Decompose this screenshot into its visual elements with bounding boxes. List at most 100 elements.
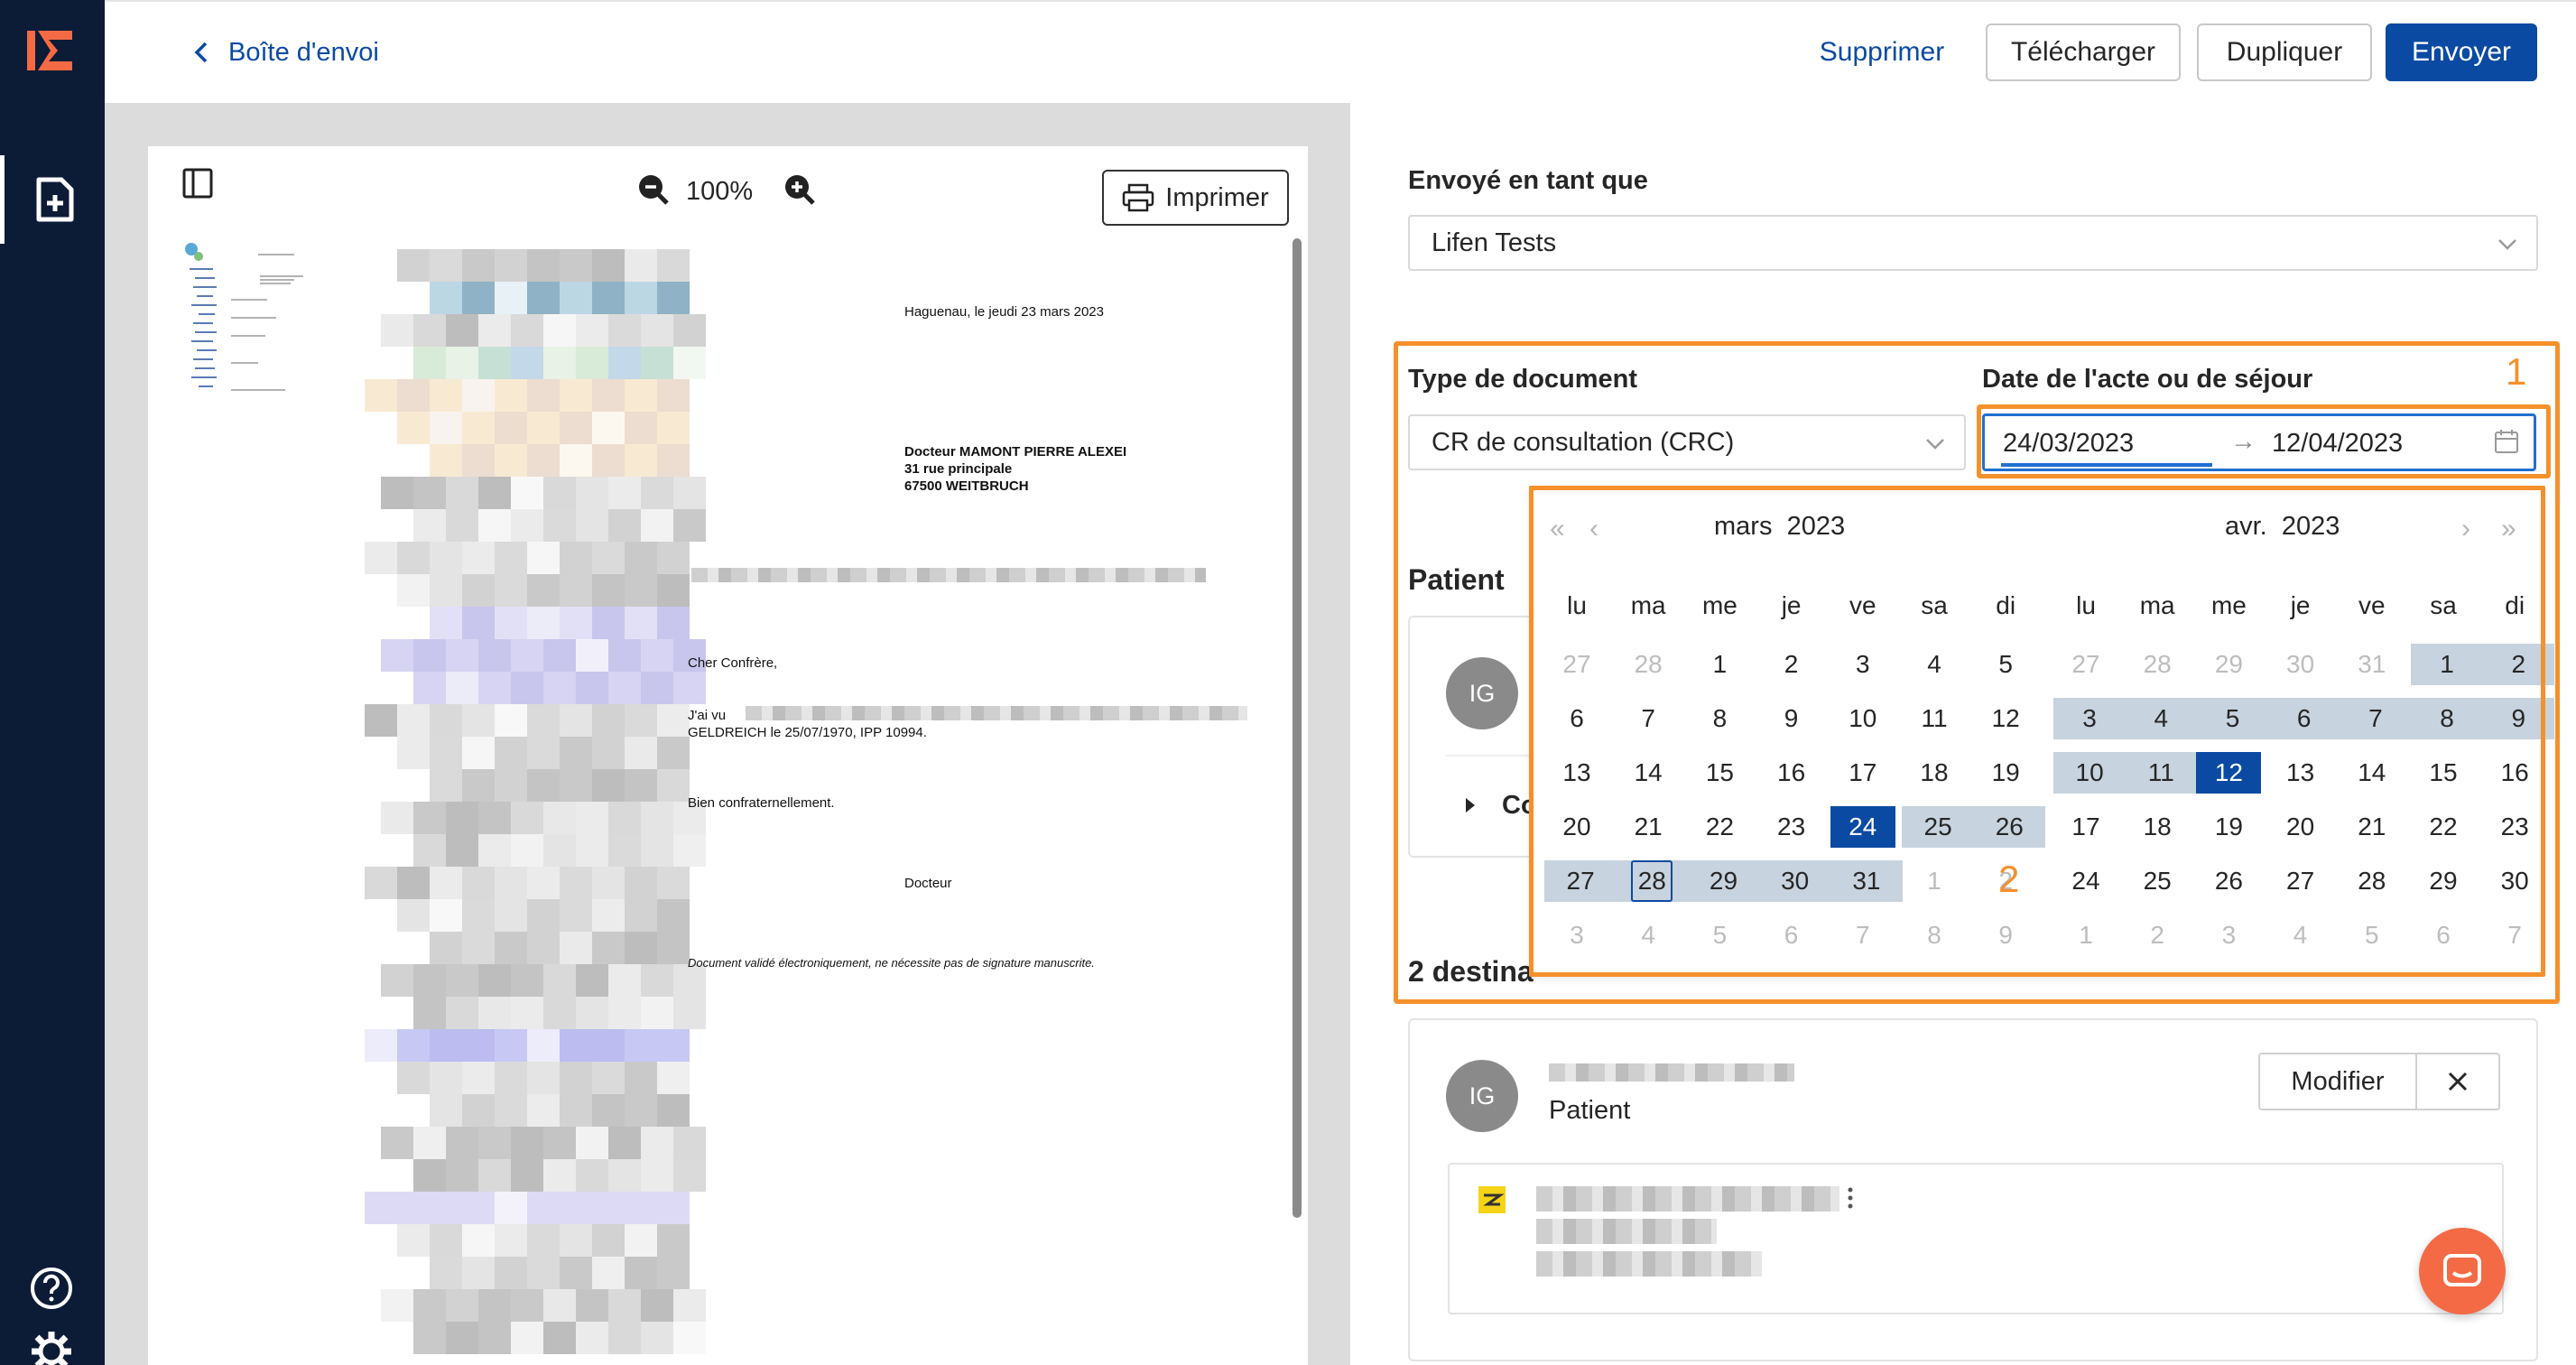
- pixel-block: [673, 477, 706, 509]
- pixel-block: [462, 769, 495, 802]
- pixel-block: [430, 1192, 462, 1224]
- pixel-block: [527, 737, 560, 769]
- pixel-block: [608, 1289, 641, 1322]
- download-button[interactable]: Télécharger: [1986, 23, 2181, 81]
- pixel-block: [592, 542, 625, 574]
- page-thumbnail[interactable]: [177, 237, 323, 439]
- back-to-outbox-link[interactable]: Boîte d'envoi: [194, 34, 379, 70]
- send-button[interactable]: Envoyer: [2386, 23, 2537, 81]
- annotation-number-1: 1: [2506, 350, 2527, 393]
- pixel-block: [543, 1322, 576, 1354]
- chevron-down-icon: [2498, 239, 2516, 250]
- pixel-block: [495, 444, 527, 477]
- pixel-block: [462, 282, 495, 314]
- remove-recipient-button[interactable]: [2417, 1054, 2498, 1109]
- pixel-block: [430, 1224, 462, 1257]
- pixel-block: [592, 867, 625, 899]
- pixel-block: [446, 1159, 478, 1192]
- pixel-block: [527, 899, 560, 932]
- preview-scrollbar[interactable]: [1293, 238, 1302, 1218]
- pixel-block: [478, 509, 511, 542]
- pixel-block: [430, 379, 462, 412]
- pixel-block: [495, 379, 527, 412]
- modify-recipient-button[interactable]: Modifier: [2260, 1054, 2417, 1109]
- delete-button[interactable]: Supprimer: [1805, 23, 1959, 81]
- pixel-block: [511, 964, 543, 997]
- duplicate-button[interactable]: Dupliquer: [2197, 23, 2372, 81]
- redacted-recipient-name: [1549, 1063, 1794, 1082]
- pixel-block: [592, 1192, 625, 1224]
- letter-recipient-name: Docteur MAMONT PIERRE ALEXEI: [904, 444, 1127, 460]
- pixel-block: [543, 1159, 576, 1192]
- pixel-block: [462, 737, 495, 769]
- settings-gear-icon[interactable]: [29, 1329, 74, 1365]
- annotation-number-2: 2: [1998, 858, 2020, 900]
- redacted-address-line: [1536, 1251, 1762, 1277]
- pixel-block: [657, 704, 690, 737]
- pixel-block: [462, 1224, 495, 1257]
- letter-recipient-city: 67500 WEITBRUCH: [904, 478, 1029, 494]
- pixel-block: [430, 1094, 462, 1127]
- sent-as-select[interactable]: Lifen Tests: [1408, 215, 2538, 271]
- sidebar-toggle-icon[interactable]: [182, 168, 213, 199]
- pixel-block: [462, 574, 495, 607]
- letter-recipient-street: 31 rue principale: [904, 461, 1013, 477]
- pixel-block: [592, 1224, 625, 1257]
- pixel-block: [657, 542, 690, 574]
- pixel-block: [625, 379, 657, 412]
- pixel-block: [397, 1029, 430, 1062]
- print-button[interactable]: Imprimer: [1102, 170, 1289, 226]
- pixel-block: [592, 444, 625, 477]
- chat-launcher-button[interactable]: [2419, 1228, 2506, 1314]
- pixel-block: [495, 704, 527, 737]
- new-document-nav[interactable]: [0, 155, 105, 244]
- pixel-block: [657, 379, 690, 412]
- pixel-block: [576, 1127, 608, 1159]
- pixel-block: [543, 964, 576, 997]
- pixel-block: [625, 932, 657, 964]
- pixel-block: [381, 1289, 413, 1322]
- pixel-block: [673, 1289, 706, 1322]
- pixel-block: [478, 997, 511, 1029]
- pixel-block: [462, 1257, 495, 1289]
- pixel-block: [673, 672, 706, 704]
- pixel-block: [495, 1029, 527, 1062]
- pixel-block: [397, 379, 430, 412]
- pixel-block: [381, 802, 413, 834]
- pixel-block: [462, 249, 495, 282]
- lifen-logo[interactable]: [27, 31, 72, 70]
- pixel-block: [608, 347, 641, 379]
- zoom-out-icon[interactable]: [637, 173, 670, 206]
- help-icon[interactable]: [29, 1266, 74, 1311]
- pixel-block: [527, 542, 560, 574]
- pixel-block: [495, 249, 527, 282]
- pixel-block: [625, 899, 657, 932]
- pixel-block: [527, 282, 560, 314]
- redacted-line: [746, 706, 1247, 720]
- pixel-block: [576, 314, 608, 347]
- pixel-block: [462, 444, 495, 477]
- pixel-block: [478, 477, 511, 509]
- pixel-block: [608, 964, 641, 997]
- pixel-block: [657, 737, 690, 769]
- pixel-block: [608, 834, 641, 867]
- pixel-block: [657, 899, 690, 932]
- pixel-block: [511, 1322, 543, 1354]
- postal-mail-icon: [1478, 1186, 1506, 1213]
- chevron-left-icon: [194, 42, 208, 63]
- more-vertical-icon[interactable]: [1847, 1186, 1854, 1210]
- pixel-block: [430, 607, 462, 639]
- pixel-block: [397, 249, 430, 282]
- top-divider: [105, 0, 2576, 2]
- pixel-block: [397, 1192, 430, 1224]
- pixel-block: [608, 314, 641, 347]
- pixel-block: [495, 1094, 527, 1127]
- pixel-block: [560, 1257, 592, 1289]
- pixel-block: [462, 704, 495, 737]
- pixel-block: [608, 509, 641, 542]
- pixel-block: [495, 412, 527, 444]
- pixel-block: [592, 379, 625, 412]
- letter-signature: Docteur: [904, 876, 952, 891]
- pixel-block: [413, 1159, 446, 1192]
- zoom-in-icon[interactable]: [783, 173, 816, 206]
